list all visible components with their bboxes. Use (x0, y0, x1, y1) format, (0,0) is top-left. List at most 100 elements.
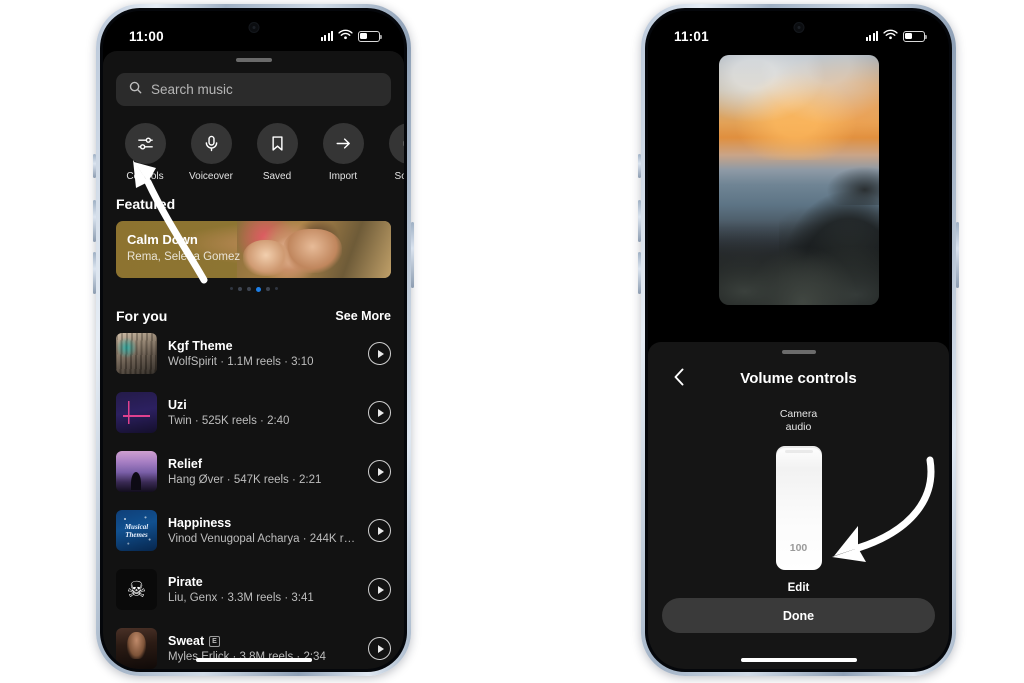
skull-crossbones-icon: ☠ (126, 576, 147, 602)
back-button[interactable] (669, 368, 689, 389)
video-preview-thumbnail[interactable] (718, 55, 879, 305)
track-subtitle: WolfSpirit · 1.1M reels · 3:10 (168, 356, 314, 368)
play-button[interactable] (368, 460, 391, 483)
slider-value: 100 (789, 542, 808, 554)
front-camera-icon (793, 22, 804, 33)
shortcut-sound[interactable]: Sound (386, 123, 404, 182)
done-button[interactable]: Done (662, 598, 935, 633)
left-status-bar: 11:00 (103, 11, 404, 51)
right-phone-mute-switch[interactable] (638, 154, 641, 178)
screenshot-canvas: 11:00 Search music Controls Voiceover Sa… (0, 0, 1024, 683)
see-more-button[interactable]: See More (335, 309, 391, 323)
search-icon (129, 81, 142, 99)
track-title: Relief (168, 457, 203, 471)
play-button[interactable] (368, 578, 391, 601)
for-you-heading: For you (116, 308, 168, 324)
carousel-dot[interactable] (274, 287, 278, 290)
track-meta: Relief Hang Øver · 547K reels · 2:21 (168, 457, 357, 486)
left-phone-bezel: 11:00 Search music Controls Voiceover Sa… (100, 8, 407, 672)
track-meta: Happiness Vinod Venugopal Acharya · 244K… (168, 516, 357, 545)
album-art: ☠ (116, 569, 157, 610)
for-you-header: For you See More (103, 292, 404, 324)
left-phone-volume-down-button[interactable] (93, 252, 96, 294)
search-input[interactable]: Search music (116, 73, 391, 106)
right-phone-screen: 11:01 Volume controls Camera audio 100 E… (648, 11, 949, 669)
featured-section: Featured Calm Down Rema, Selena Gomez (103, 182, 404, 292)
carousel-dot[interactable] (237, 287, 242, 291)
carousel-dot-active[interactable] (255, 287, 261, 292)
home-indicator[interactable] (195, 657, 312, 662)
track-subtitle: Liu, Genx · 3.3M reels · 3:41 (168, 592, 314, 604)
camera-audio-volume-slider[interactable]: 100 (775, 446, 822, 570)
right-phone-volume-up-button[interactable] (638, 200, 641, 242)
bookmark-icon (256, 123, 298, 164)
sunset-sky (718, 55, 879, 160)
play-button[interactable] (368, 637, 391, 660)
shortcut-label: Voiceover (189, 171, 233, 182)
shortcut-import[interactable]: Import (320, 123, 366, 182)
album-art (116, 451, 157, 492)
play-button[interactable] (368, 519, 391, 542)
front-camera-icon (248, 22, 259, 33)
right-phone-bezel: 11:01 Volume controls Camera audio 100 E… (645, 8, 952, 672)
carousel-dot[interactable] (229, 287, 233, 290)
track-subtitle: Hang Øver · 547K reels · 2:21 (168, 474, 322, 486)
left-phone-volume-up-button[interactable] (93, 200, 96, 242)
right-status-bar: 11:01 (648, 11, 949, 51)
carousel-dot[interactable] (246, 287, 251, 291)
featured-card-title: Calm Down (127, 232, 198, 247)
left-phone-power-button[interactable] (411, 222, 414, 288)
battery-icon (358, 30, 383, 42)
slider-thumb[interactable] (784, 450, 813, 453)
track-title: Uzi (168, 398, 187, 412)
play-button[interactable] (368, 342, 391, 365)
shortcut-saved[interactable]: Saved (254, 123, 300, 182)
channel-label: Camera audio (648, 408, 949, 434)
shortcut-label: Saved (262, 171, 292, 182)
track-row[interactable]: Musical Themes Happiness Vinod Venugopal … (103, 501, 404, 560)
track-row[interactable]: ☠ Pirate Liu, Genx · 3.3M reels · 3:41 (103, 560, 404, 619)
track-meta: Pirate Liu, Genx · 3.3M reels · 3:41 (168, 575, 357, 604)
edit-button[interactable]: Edit (648, 582, 949, 594)
volume-controls-header: Volume controls (648, 364, 949, 394)
status-time: 11:01 (674, 28, 709, 44)
channel-label-line1: Camera (779, 408, 818, 420)
track-title: Sweat E (168, 634, 357, 648)
status-indicators (320, 27, 383, 45)
play-button[interactable] (368, 401, 391, 424)
featured-card-artist: Rema, Selena Gomez (127, 251, 241, 263)
sheet-drag-handle[interactable] (781, 350, 816, 354)
featured-card[interactable]: Calm Down Rema, Selena Gomez (116, 221, 391, 278)
track-title: Pirate (168, 575, 203, 589)
channel-label-line2: audio (785, 421, 812, 433)
album-art (116, 333, 157, 374)
shortcut-controls[interactable]: Controls (122, 123, 168, 182)
foreground-rocks (718, 220, 879, 305)
track-title: Happiness (168, 516, 232, 530)
album-art (116, 392, 157, 433)
track-meta: Kgf Theme WolfSpirit · 1.1M reels · 3:10 (168, 339, 357, 368)
featured-card-artwork (237, 221, 391, 278)
sheet-drag-handle[interactable] (235, 58, 272, 62)
featured-card-text: Calm Down Rema, Selena Gomez (127, 232, 240, 263)
right-phone-power-button[interactable] (956, 222, 959, 288)
shortcut-label: Sound (394, 171, 404, 182)
carousel-dot[interactable] (265, 287, 270, 291)
track-row[interactable]: Relief Hang Øver · 547K reels · 2:21 (103, 442, 404, 501)
shortcut-row: Controls Voiceover Saved Import So (103, 106, 404, 182)
left-phone-device: 11:00 Search music Controls Voiceover Sa… (93, 4, 414, 676)
featured-heading: Featured (116, 196, 176, 212)
track-row[interactable]: Kgf Theme WolfSpirit · 1.1M reels · 3:10 (103, 324, 404, 383)
music-picker-sheet: Search music Controls Voiceover Saved Im… (103, 51, 404, 669)
microphone-icon (190, 123, 232, 164)
track-row[interactable]: Uzi Twin · 525K reels · 2:40 (103, 383, 404, 442)
left-phone-screen: 11:00 Search music Controls Voiceover Sa… (103, 11, 404, 669)
track-list: Kgf Theme WolfSpirit · 1.1M reels · 3:10… (103, 324, 404, 669)
track-title: Kgf Theme (168, 339, 233, 353)
track-subtitle: Twin · 525K reels · 2:40 (168, 415, 290, 427)
shortcut-voiceover[interactable]: Voiceover (188, 123, 234, 182)
left-phone-mute-switch[interactable] (93, 154, 96, 178)
home-indicator[interactable] (740, 657, 857, 662)
right-phone-volume-down-button[interactable] (638, 252, 641, 294)
wifi-icon (338, 27, 353, 45)
